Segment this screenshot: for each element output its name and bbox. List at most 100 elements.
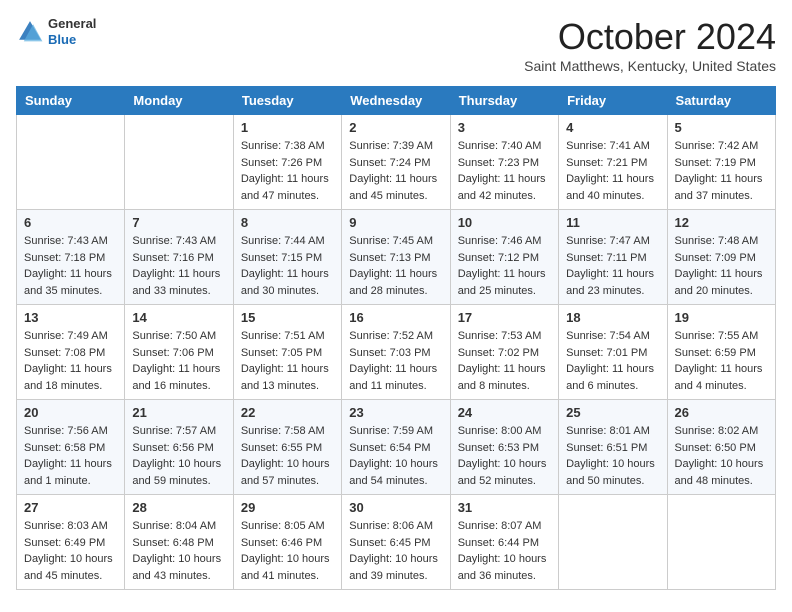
day-info: Sunrise: 7:45 AMSunset: 7:13 PMDaylight:…: [349, 233, 442, 299]
calendar-cell: 22 Sunrise: 7:58 AMSunset: 6:55 PMDayligh…: [233, 400, 341, 495]
calendar-cell: 15Sunrise: 7:51 AMSunset: 7:05 PMDayligh…: [233, 305, 341, 400]
day-info: Sunrise: 7:49 AMSunset: 7:08 PMDaylight:…: [24, 328, 117, 394]
calendar-cell: 10 Sunrise: 7:46 AMSunset: 7:12 PMDayligh…: [450, 210, 558, 305]
day-info: Sunrise: 7:47 AMSunset: 7:11 PMDaylight:…: [566, 233, 659, 299]
day-info: Sunrise: 7:52 AMSunset: 7:03 PMDaylight:…: [349, 328, 442, 394]
day-info: Sunrise: 7:40 AMSunset: 7:23 PMDaylight:…: [458, 138, 551, 204]
day-info: Sunrise: 8:06 AMSunset: 6:45 PMDaylight:…: [349, 518, 442, 584]
calendar-week-row: 27 Sunrise: 8:03 AMSunset: 6:49 PMDayligh…: [17, 495, 776, 590]
day-info: Sunrise: 8:02 AMSunset: 6:50 PMDaylight:…: [675, 423, 768, 489]
day-info: Sunrise: 7:39 AMSunset: 7:24 PMDaylight:…: [349, 138, 442, 204]
month-title: October 2024: [524, 16, 776, 58]
day-info: Sunrise: 7:46 AMSunset: 7:12 PMDaylight:…: [458, 233, 551, 299]
calendar-cell: [559, 495, 667, 590]
calendar-cell: [125, 115, 233, 210]
col-header-wednesday: Wednesday: [342, 87, 450, 115]
day-number: 26: [675, 405, 768, 420]
calendar-cell: 16 Sunrise: 7:52 AMSunset: 7:03 PMDayligh…: [342, 305, 450, 400]
day-info: Sunrise: 7:42 AMSunset: 7:19 PMDaylight:…: [675, 138, 768, 204]
day-number: 13: [24, 310, 117, 325]
logo-text: General Blue: [48, 16, 96, 47]
calendar-cell: 24 Sunrise: 8:00 AMSunset: 6:53 PMDayligh…: [450, 400, 558, 495]
day-info: Sunrise: 8:04 AMSunset: 6:48 PMDaylight:…: [132, 518, 225, 584]
calendar-cell: 9 Sunrise: 7:45 AMSunset: 7:13 PMDaylight…: [342, 210, 450, 305]
day-number: 24: [458, 405, 551, 420]
calendar-cell: 29 Sunrise: 8:05 AMSunset: 6:46 PMDayligh…: [233, 495, 341, 590]
day-number: 21: [132, 405, 225, 420]
day-number: 12: [675, 215, 768, 230]
day-number: 23: [349, 405, 442, 420]
calendar-cell: 19 Sunrise: 7:55 AMSunset: 6:59 PMDayligh…: [667, 305, 775, 400]
calendar-table: SundayMondayTuesdayWednesdayThursdayFrid…: [16, 86, 776, 590]
day-info: Sunrise: 7:43 AMSunset: 7:18 PMDaylight:…: [24, 233, 117, 299]
day-number: 28: [132, 500, 225, 515]
logo-icon: [16, 18, 44, 46]
col-header-thursday: Thursday: [450, 87, 558, 115]
day-info: Sunrise: 8:01 AMSunset: 6:51 PMDaylight:…: [566, 423, 659, 489]
day-number: 3: [458, 120, 551, 135]
title-block: October 2024 Saint Matthews, Kentucky, U…: [524, 16, 776, 74]
calendar-cell: 18Sunrise: 7:54 AMSunset: 7:01 PMDayligh…: [559, 305, 667, 400]
calendar-cell: 23 Sunrise: 7:59 AMSunset: 6:54 PMDayligh…: [342, 400, 450, 495]
calendar-cell: 20 Sunrise: 7:56 AMSunset: 6:58 PMDayligh…: [17, 400, 125, 495]
logo-blue: Blue: [48, 32, 96, 48]
day-number: 18: [566, 310, 659, 325]
calendar-cell: 5 Sunrise: 7:42 AMSunset: 7:19 PMDaylight…: [667, 115, 775, 210]
calendar-cell: [667, 495, 775, 590]
calendar-week-row: 20 Sunrise: 7:56 AMSunset: 6:58 PMDayligh…: [17, 400, 776, 495]
day-number: 7: [132, 215, 225, 230]
day-number: 9: [349, 215, 442, 230]
day-number: 20: [24, 405, 117, 420]
day-number: 6: [24, 215, 117, 230]
calendar-cell: 26 Sunrise: 8:02 AMSunset: 6:50 PMDayligh…: [667, 400, 775, 495]
col-header-sunday: Sunday: [17, 87, 125, 115]
day-info: Sunrise: 7:41 AMSunset: 7:21 PMDaylight:…: [566, 138, 659, 204]
day-number: 10: [458, 215, 551, 230]
day-number: 11: [566, 215, 659, 230]
calendar-cell: [17, 115, 125, 210]
calendar-cell: 27 Sunrise: 8:03 AMSunset: 6:49 PMDayligh…: [17, 495, 125, 590]
calendar-week-row: 6 Sunrise: 7:43 AMSunset: 7:18 PMDaylight…: [17, 210, 776, 305]
day-info: Sunrise: 7:56 AMSunset: 6:58 PMDaylight:…: [24, 423, 117, 489]
col-header-monday: Monday: [125, 87, 233, 115]
calendar-cell: 12Sunrise: 7:48 AMSunset: 7:09 PMDayligh…: [667, 210, 775, 305]
calendar-cell: 14Sunrise: 7:50 AMSunset: 7:06 PMDayligh…: [125, 305, 233, 400]
day-info: Sunrise: 8:03 AMSunset: 6:49 PMDaylight:…: [24, 518, 117, 584]
day-info: Sunrise: 7:38 AMSunset: 7:26 PMDaylight:…: [241, 138, 334, 204]
calendar-cell: 7Sunrise: 7:43 AMSunset: 7:16 PMDaylight…: [125, 210, 233, 305]
page-header: General Blue October 2024 Saint Matthews…: [16, 16, 776, 74]
day-number: 27: [24, 500, 117, 515]
col-header-saturday: Saturday: [667, 87, 775, 115]
calendar-cell: 1 Sunrise: 7:38 AMSunset: 7:26 PMDaylight…: [233, 115, 341, 210]
day-info: Sunrise: 7:55 AMSunset: 6:59 PMDaylight:…: [675, 328, 768, 394]
calendar-cell: 4Sunrise: 7:41 AMSunset: 7:21 PMDaylight…: [559, 115, 667, 210]
day-info: Sunrise: 7:58 AMSunset: 6:55 PMDaylight:…: [241, 423, 334, 489]
location-subtitle: Saint Matthews, Kentucky, United States: [524, 58, 776, 74]
calendar-week-row: 1 Sunrise: 7:38 AMSunset: 7:26 PMDaylight…: [17, 115, 776, 210]
day-number: 8: [241, 215, 334, 230]
calendar-header-row: SundayMondayTuesdayWednesdayThursdayFrid…: [17, 87, 776, 115]
calendar-cell: 6 Sunrise: 7:43 AMSunset: 7:18 PMDaylight…: [17, 210, 125, 305]
calendar-cell: 13 Sunrise: 7:49 AMSunset: 7:08 PMDayligh…: [17, 305, 125, 400]
day-info: Sunrise: 7:59 AMSunset: 6:54 PMDaylight:…: [349, 423, 442, 489]
day-number: 29: [241, 500, 334, 515]
col-header-tuesday: Tuesday: [233, 87, 341, 115]
day-info: Sunrise: 7:57 AMSunset: 6:56 PMDaylight:…: [132, 423, 225, 489]
day-number: 16: [349, 310, 442, 325]
day-number: 25: [566, 405, 659, 420]
calendar-week-row: 13 Sunrise: 7:49 AMSunset: 7:08 PMDayligh…: [17, 305, 776, 400]
day-info: Sunrise: 7:44 AMSunset: 7:15 PMDaylight:…: [241, 233, 334, 299]
day-number: 19: [675, 310, 768, 325]
day-info: Sunrise: 8:00 AMSunset: 6:53 PMDaylight:…: [458, 423, 551, 489]
day-info: Sunrise: 7:53 AMSunset: 7:02 PMDaylight:…: [458, 328, 551, 394]
day-info: Sunrise: 7:51 AMSunset: 7:05 PMDaylight:…: [241, 328, 334, 394]
calendar-cell: 30Sunrise: 8:06 AMSunset: 6:45 PMDayligh…: [342, 495, 450, 590]
day-info: Sunrise: 8:05 AMSunset: 6:46 PMDaylight:…: [241, 518, 334, 584]
day-number: 5: [675, 120, 768, 135]
calendar-cell: 8 Sunrise: 7:44 AMSunset: 7:15 PMDaylight…: [233, 210, 341, 305]
day-number: 22: [241, 405, 334, 420]
logo-general: General: [48, 16, 96, 32]
day-number: 1: [241, 120, 334, 135]
calendar-cell: 17Sunrise: 7:53 AMSunset: 7:02 PMDayligh…: [450, 305, 558, 400]
calendar-cell: 11 Sunrise: 7:47 AMSunset: 7:11 PMDayligh…: [559, 210, 667, 305]
